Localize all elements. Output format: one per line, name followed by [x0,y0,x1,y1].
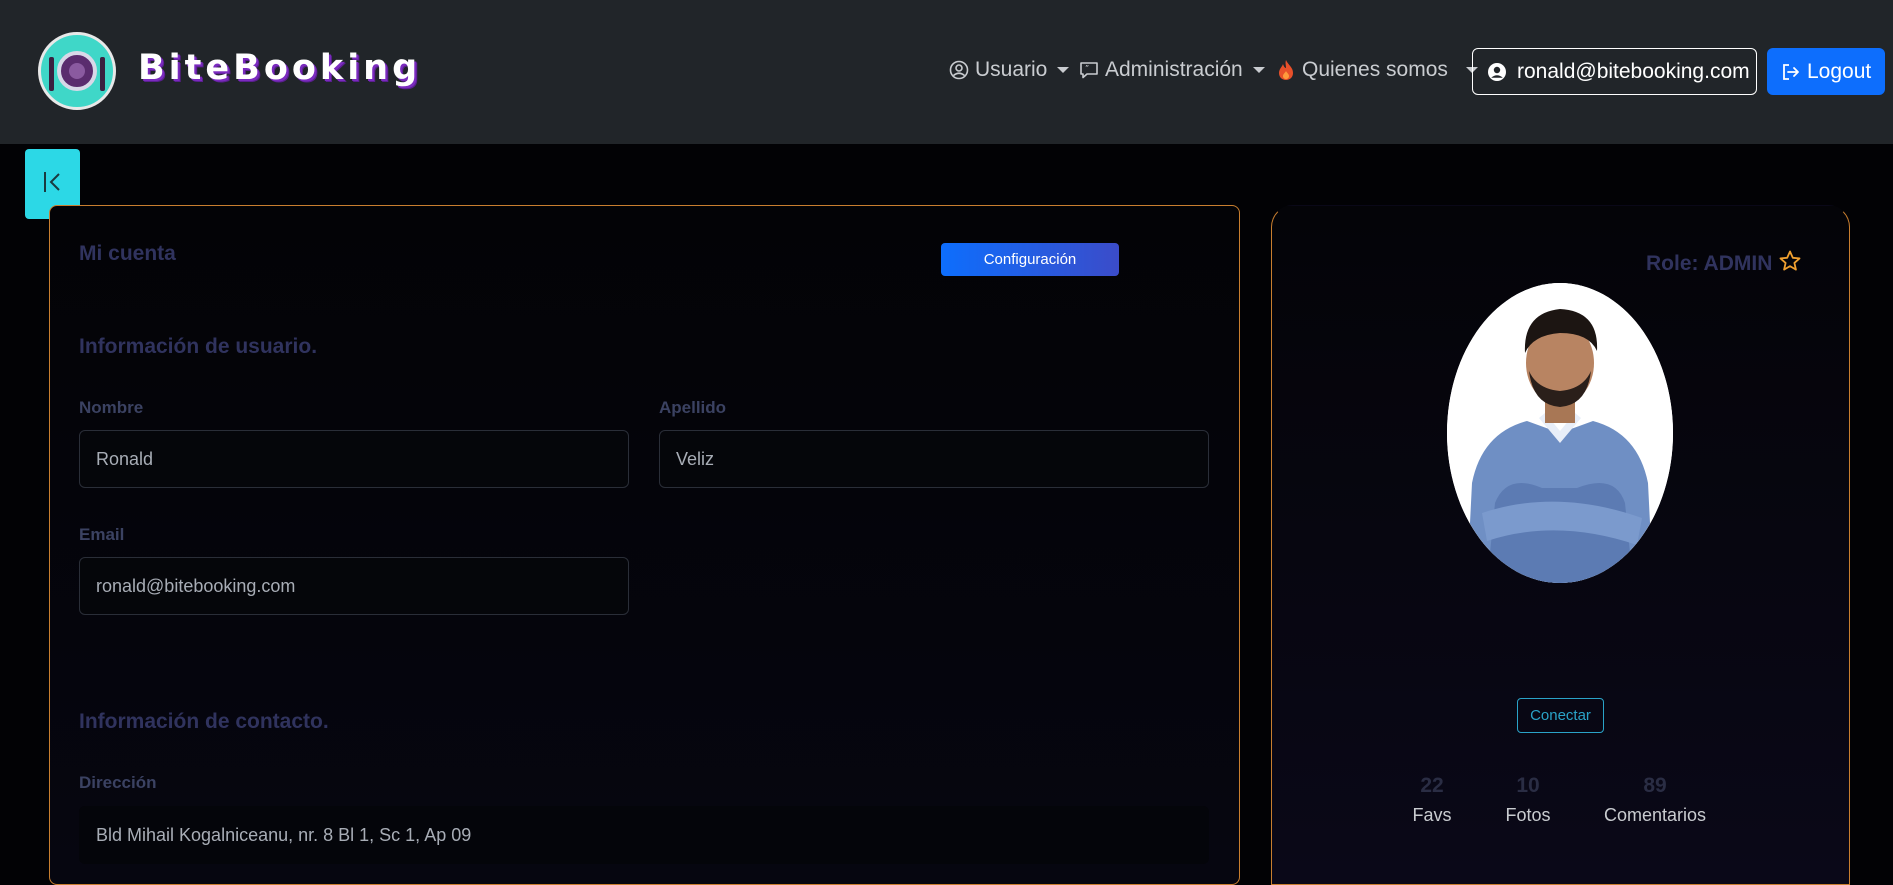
stat-favs-value: 22 [1420,774,1444,797]
user-circle-fill-icon [1487,62,1507,82]
fire-icon [1276,60,1296,80]
user-circle-icon [949,60,969,80]
role-label: Role: ADMIN [1646,252,1773,275]
user-email-label: ronald@bitebooking.com [1517,59,1750,83]
svg-text:”: ” [1085,64,1089,73]
email-input[interactable]: ronald@bitebooking.com [79,557,629,615]
stat-comentarios-label: Comentarios [1603,805,1707,825]
contact-info-title: Información de contacto. [79,710,329,733]
chevron-down-icon [1057,67,1070,73]
configuracion-button[interactable]: Configuración [941,243,1119,276]
logout-button[interactable]: Logout [1767,48,1885,95]
nav-quienes-somos-label: Quienes somos [1302,58,1448,81]
user-info-title: Información de usuario. [79,335,318,358]
direccion-input[interactable]: Bld Mihail Kogalniceanu, nr. 8 Bl 1, Sc … [79,806,1209,864]
collapse-left-icon [42,169,64,200]
logout-label: Logout [1807,59,1872,83]
star-icon [1778,249,1802,279]
nav-usuario-label: Usuario [975,58,1048,81]
top-navbar: BiteBooking Usuario ” Administración Qui… [0,0,1893,144]
chevron-down-icon [1252,67,1265,73]
nav-usuario[interactable]: Usuario [949,58,1070,82]
user-email-button[interactable]: ronald@bitebooking.com [1472,48,1757,95]
nav-administracion[interactable]: ” Administración [1079,58,1265,82]
apellido-input[interactable]: Veliz [659,430,1209,488]
stat-comentarios-value: 89 [1643,774,1667,797]
stat-fotos-value: 10 [1516,774,1540,797]
email-label: Email [79,525,125,544]
stat-favs-label: Favs [1412,805,1452,825]
conectar-button[interactable]: Conectar [1517,698,1604,733]
account-title: Mi cuenta [79,242,176,265]
brand-name[interactable]: BiteBooking [138,48,421,88]
avatar [1447,283,1673,583]
account-card [49,205,1240,885]
chat-quote-icon: ” [1079,60,1099,80]
logo-icon[interactable] [38,32,116,110]
stat-fotos-label: Fotos [1505,805,1551,825]
apellido-label: Apellido [659,398,727,417]
nombre-input[interactable]: Ronald [79,430,629,488]
role-badge: Role: ADMIN [1646,249,1802,279]
logout-icon [1781,62,1801,82]
nombre-label: Nombre [79,398,144,417]
nav-administracion-label: Administración [1105,58,1243,81]
direccion-label: Dirección [79,773,157,792]
nav-quienes-somos[interactable]: Quienes somos [1276,58,1478,82]
